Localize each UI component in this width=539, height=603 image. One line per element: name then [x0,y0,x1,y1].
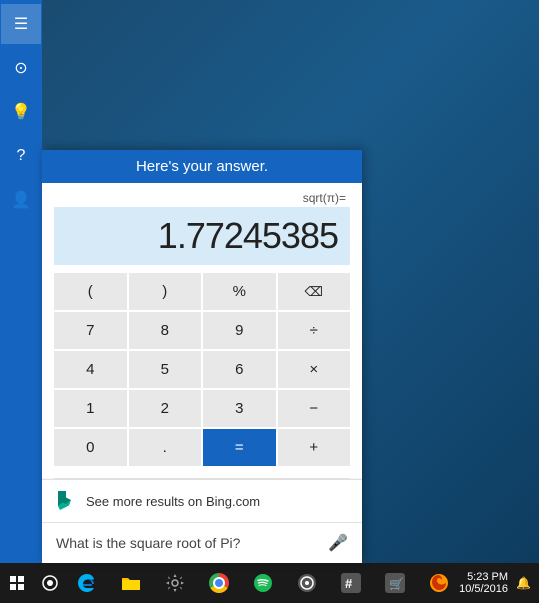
cortana-header: Here's your answer. [42,150,362,183]
taskbar-edge-icon[interactable] [67,563,107,603]
taskbar-notification-icon[interactable]: 🔔 [516,576,531,590]
calc-btn-multiply[interactable]: × [278,351,351,388]
sidebar-icon-person[interactable]: 👤 [1,180,41,220]
calc-btn-9[interactable]: 9 [203,312,276,349]
firefox-icon [429,573,449,593]
windows-icon [10,576,24,590]
search-query[interactable]: What is the square root of Pi? [56,535,320,551]
header-title: Here's your answer. [136,158,268,175]
taskbar-app2-icon[interactable]: # [331,563,371,603]
calc-btn-8[interactable]: 8 [129,312,202,349]
calc-btn-7[interactable]: 7 [54,312,127,349]
calc-btn-equals[interactable]: = [203,429,276,466]
calc-btn-1[interactable]: 1 [54,390,127,427]
calc-btn-3[interactable]: 3 [203,390,276,427]
taskbar-settings-icon[interactable] [155,563,195,603]
calc-btn-backspace[interactable]: ⌫ [278,273,351,310]
taskbar-app3-icon[interactable]: 🛒 [375,563,415,603]
calc-btn-subtract[interactable]: − [278,390,351,427]
hashtag-app-icon: # [341,573,361,593]
store-app-icon: 🛒 [385,573,405,593]
sidebar-icon-circle[interactable]: ⊙ [1,48,41,88]
taskbar-time: 5:23 PM 10/5/2016 [459,571,508,595]
svg-text:#: # [345,576,353,591]
gear-icon [165,573,185,593]
microphone-icon[interactable]: 🎤 [328,533,348,553]
sidebar-icon-lightbulb[interactable]: 💡 [1,92,41,132]
bing-section[interactable]: See more results on Bing.com [42,479,362,522]
folder-icon [121,574,141,592]
sidebar: ☰ ⊙ 💡 ? 👤 [0,0,42,563]
calc-btn-close-paren[interactable]: ) [129,273,202,310]
taskbar-cortana-button[interactable] [34,563,68,603]
spotify-icon [253,573,273,593]
calc-btn-5[interactable]: 5 [129,351,202,388]
chrome-logo [209,573,229,593]
taskbar-explorer-icon[interactable] [111,563,151,603]
calc-btn-2[interactable]: 2 [129,390,202,427]
calc-btn-decimal[interactable]: . [129,429,202,466]
cortana-circle-icon [42,575,58,591]
taskbar: # 🛒 5:23 PM 10/5/2016 [0,563,539,603]
search-bar: What is the square root of Pi? 🎤 [42,522,362,563]
start-button[interactable] [0,563,34,603]
calc-btn-6[interactable]: 6 [203,351,276,388]
bing-logo [54,490,76,512]
calc-btn-divide[interactable]: ÷ [278,312,351,349]
bing-link-text: See more results on Bing.com [86,494,260,509]
svg-text:🛒: 🛒 [389,577,404,591]
calc-display: 1.77245385 [54,207,350,265]
calc-btn-4[interactable]: 4 [54,351,127,388]
calc-btn-percent[interactable]: % [203,273,276,310]
calculator-container: sqrt(π)= 1.77245385 ( ) % ⌫ 7 8 9 ÷ 4 5 … [42,183,362,478]
circular-app-icon [297,573,317,593]
taskbar-right: 5:23 PM 10/5/2016 🔔 [459,571,539,595]
edge-icon [77,573,97,593]
sidebar-icon-help[interactable]: ? [1,136,41,176]
desktop: ☰ ⊙ 💡 ? 👤 Here's your answer. sqrt(π)= 1… [0,0,539,603]
taskbar-chrome-icon[interactable] [199,563,239,603]
calc-buttons: ( ) % ⌫ 7 8 9 ÷ 4 5 6 × 1 2 3 − 0 [54,273,350,466]
calc-btn-add[interactable]: + [278,429,351,466]
calc-btn-0[interactable]: 0 [54,429,127,466]
taskbar-app-icons: # 🛒 [67,563,459,603]
sidebar-icon-menu[interactable]: ☰ [1,4,41,44]
taskbar-app1-icon[interactable] [287,563,327,603]
cortana-panel: Here's your answer. sqrt(π)= 1.77245385 … [42,150,362,563]
calc-btn-open-paren[interactable]: ( [54,273,127,310]
taskbar-firefox-icon[interactable] [419,563,459,603]
taskbar-spotify-icon[interactable] [243,563,283,603]
calc-expression: sqrt(π)= [54,191,350,205]
